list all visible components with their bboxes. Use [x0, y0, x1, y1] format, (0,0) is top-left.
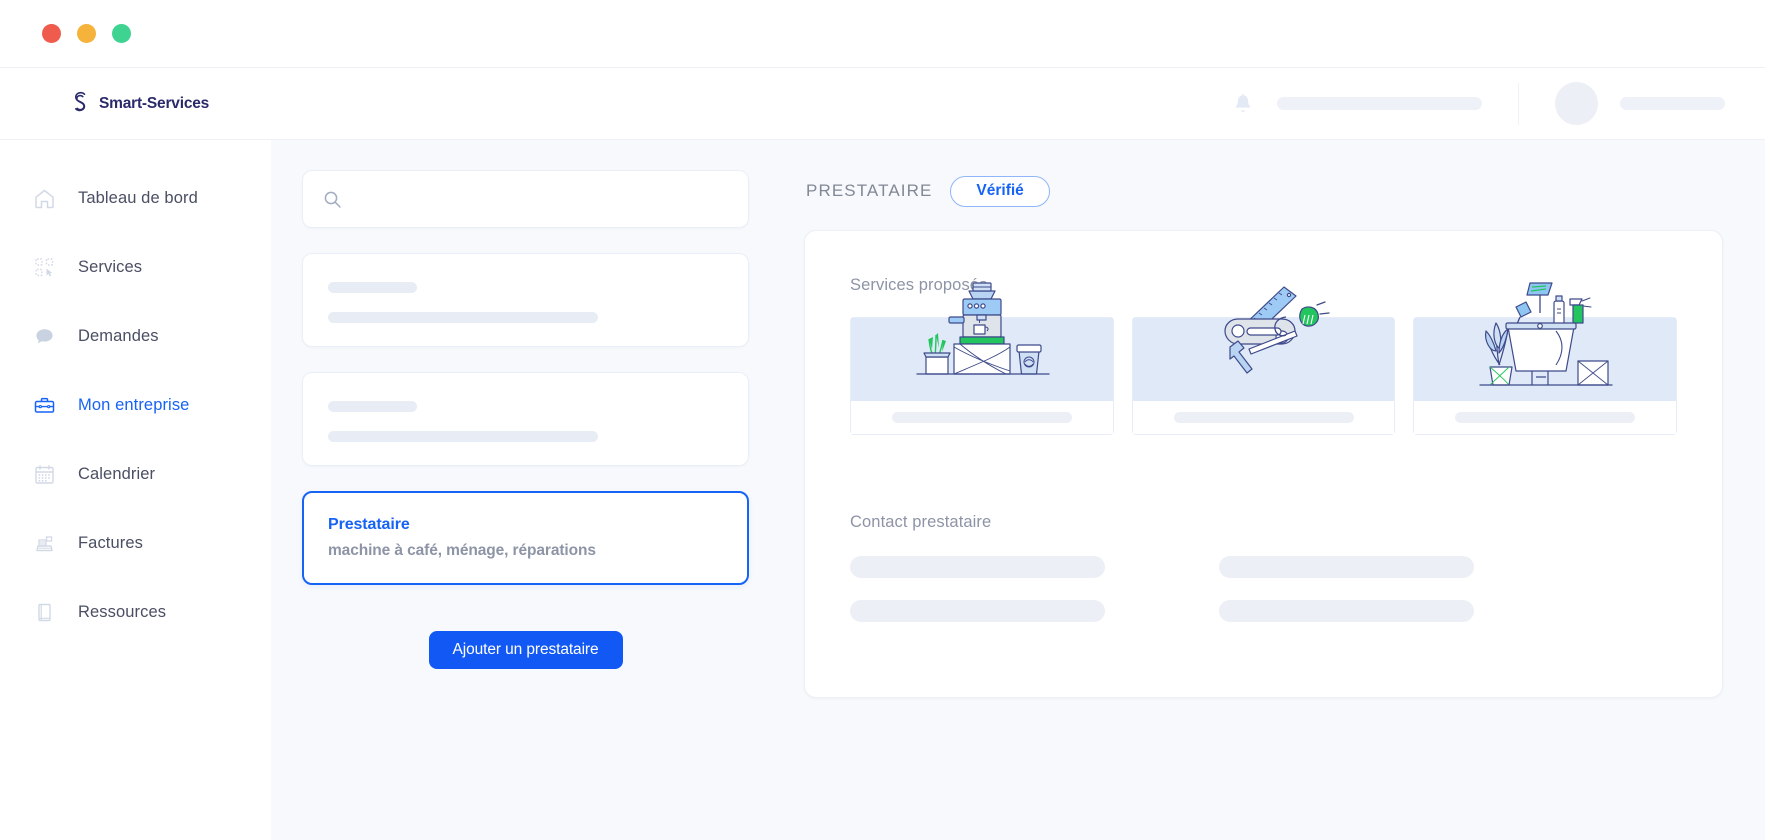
top-header-bar: Smart-Services — [0, 68, 1765, 140]
page-title: PRESTATAIRE — [806, 181, 933, 200]
skeleton-title — [328, 282, 417, 293]
service-card-footer — [851, 401, 1113, 434]
skeleton-contact-field — [850, 556, 1105, 578]
service-card-footer — [1132, 401, 1395, 434]
service-card[interactable] — [1131, 286, 1396, 435]
sidebar-item-tableau-de-bord[interactable]: Tableau de bord — [0, 176, 271, 221]
sidebar-item-factures[interactable]: Factures — [0, 521, 271, 566]
service-illustration-area — [851, 282, 1113, 401]
topbar-skeleton-text — [1277, 97, 1482, 110]
topbar-user-skeleton — [1620, 97, 1725, 110]
traffic-lights — [42, 24, 131, 43]
list-item-selected[interactable]: Prestataire machine à café, ménage, répa… — [302, 491, 749, 585]
home-icon — [35, 189, 54, 209]
services-grid-icon — [35, 258, 54, 277]
service-card[interactable] — [1413, 282, 1678, 435]
close-window-button[interactable] — [42, 24, 61, 43]
provider-name: Prestataire — [328, 516, 410, 533]
book-icon — [38, 603, 51, 622]
skeleton-service-label — [1455, 412, 1636, 423]
service-card-footer — [1414, 401, 1677, 434]
detail-header: PRESTATAIRE Vérifié — [804, 170, 1723, 212]
provider-detail-column: PRESTATAIRE Vérifié Services proposés Co… — [804, 170, 1723, 840]
contact-section-label: Contact prestataire — [850, 513, 992, 531]
list-item[interactable] — [302, 372, 749, 466]
sidebar-item-label: Factures — [78, 534, 143, 552]
sidebar-item-label: Calendrier — [78, 465, 156, 483]
sidebar-item-mon-entreprise[interactable]: Mon entreprise — [0, 383, 271, 428]
brand-logo[interactable]: Smart-Services — [0, 91, 271, 116]
service-card[interactable] — [850, 282, 1114, 435]
sidebar-item-calendrier[interactable]: Calendrier — [0, 452, 271, 497]
tools-multitool-illustration — [1223, 286, 1330, 374]
briefcase-icon — [34, 397, 55, 413]
skeleton-service-label — [891, 412, 1072, 423]
calendar-icon — [35, 465, 54, 484]
sidebar-item-label: Services — [78, 258, 143, 276]
maximize-window-button[interactable] — [112, 24, 131, 43]
chat-bubble-icon — [36, 329, 53, 344]
avatar[interactable] — [1555, 82, 1598, 125]
main-content: Prestataire machine à café, ménage, répa… — [271, 140, 1765, 840]
sidebar-item-label: Tableau de bord — [78, 189, 198, 207]
provider-list-column: Prestataire machine à café, ménage, répa… — [302, 170, 749, 840]
window-titlebar — [0, 0, 1765, 68]
skeleton-contact-field — [1219, 556, 1474, 578]
status-badge[interactable]: Vérifié — [950, 175, 1050, 207]
skeleton-service-label — [1173, 412, 1354, 423]
sidebar-item-label: Ressources — [78, 603, 167, 621]
service-illustration-area — [1132, 286, 1395, 401]
add-provider-button[interactable]: Ajouter un prestataire — [428, 631, 623, 669]
skeleton-subtitle — [328, 431, 598, 442]
coffee-machine-illustration — [916, 282, 1050, 375]
skeleton-subtitle — [328, 312, 598, 323]
detail-card: Services proposés Contact prestataire — [804, 230, 1723, 698]
notification-bell-icon[interactable] — [1233, 93, 1253, 115]
service-illustration-area — [1414, 282, 1677, 401]
sidebar-item-label: Demandes — [78, 327, 159, 345]
skeleton-title — [328, 401, 417, 412]
sidebar: Tableau de bord Services Demandes Mon en… — [0, 140, 271, 840]
provider-services-summary: machine à café, ménage, réparations — [328, 542, 596, 559]
sidebar-item-services[interactable]: Services — [0, 245, 271, 290]
search-icon — [324, 191, 341, 208]
search-box[interactable] — [302, 170, 749, 228]
skeleton-contact-field — [850, 600, 1105, 622]
search-input[interactable] — [354, 190, 728, 208]
services-grid — [850, 282, 1678, 435]
cash-register-icon — [36, 536, 53, 552]
topbar-right-group — [1233, 82, 1765, 125]
cleaning-bucket-illustration — [1479, 282, 1613, 386]
brand-name: Smart-Services — [99, 94, 210, 112]
contact-fields-grid — [850, 556, 1474, 622]
list-item[interactable] — [302, 253, 749, 347]
body-row: Tableau de bord Services Demandes Mon en… — [0, 140, 1765, 840]
topbar-divider — [1518, 82, 1519, 125]
skeleton-contact-field — [1219, 600, 1474, 622]
app-window: Smart-Services Tableau de bord Services … — [0, 0, 1765, 840]
minimize-window-button[interactable] — [77, 24, 96, 43]
sidebar-item-ressources[interactable]: Ressources — [0, 590, 271, 635]
smart-services-logo-icon — [75, 91, 86, 112]
sidebar-item-demandes[interactable]: Demandes — [0, 314, 271, 359]
sidebar-item-label: Mon entreprise — [78, 396, 190, 414]
